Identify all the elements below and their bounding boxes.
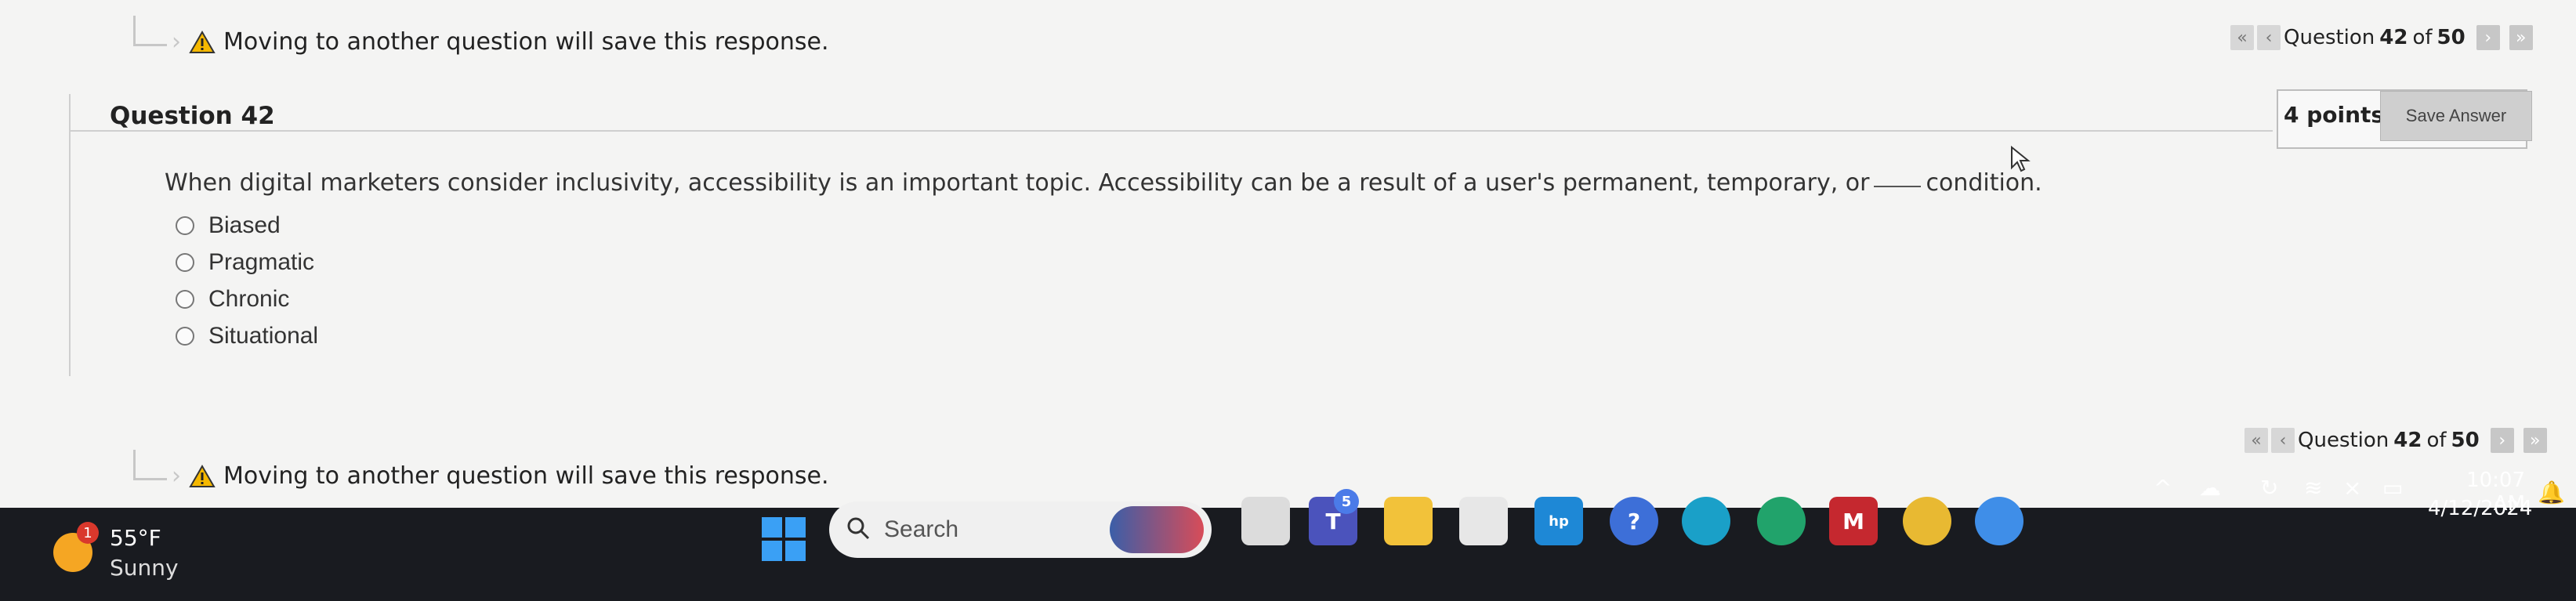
task-view-icon[interactable]	[1241, 497, 1290, 545]
answer-options: Biased Pragmatic Chronic Situational	[176, 207, 318, 354]
save-notice-top: › Moving to another question will save t…	[133, 16, 829, 57]
save-notice-text: Moving to another question will save thi…	[223, 462, 829, 490]
weather-condition[interactable]: Sunny	[110, 555, 179, 581]
elbow-arrow-icon	[133, 450, 167, 480]
next-question-button[interactable]: ›	[2490, 428, 2514, 453]
question-nav-top: « ‹ Question 42 of 50 › »	[2230, 25, 2536, 50]
onedrive-cloud-icon[interactable]: ☁	[2199, 475, 2221, 501]
save-notice-text: Moving to another question will save thi…	[223, 28, 829, 56]
mouse-pointer-icon	[2010, 145, 2031, 176]
windows-start-icon[interactable]	[762, 517, 806, 561]
option-biased[interactable]: Biased	[176, 207, 318, 244]
edge-browser-icon[interactable]	[1682, 497, 1730, 545]
first-question-button[interactable]: «	[2244, 428, 2268, 453]
option-label: Biased	[208, 212, 281, 238]
nav-prefix: Question	[2284, 26, 2375, 49]
nav-separator: of	[2412, 26, 2433, 49]
points-label: 4 points	[2284, 102, 2385, 128]
microsoft-store-icon[interactable]	[1459, 497, 1508, 545]
mcafee-icon[interactable]: M	[1829, 497, 1878, 545]
elbow-arrow-icon	[133, 16, 167, 46]
teams-badge: 5	[1334, 489, 1359, 514]
option-situational[interactable]: Situational	[176, 317, 318, 354]
question-nav-bottom: « ‹ Question 42 of 50 › »	[2244, 428, 2550, 453]
blank-line	[1874, 186, 1922, 187]
weather-alert-badge: 1	[77, 522, 99, 544]
search-icon	[846, 516, 870, 543]
nav-prefix: Question	[2298, 429, 2389, 452]
question-text-before: When digital marketers consider inclusiv…	[165, 169, 1870, 197]
radio-button[interactable]	[176, 215, 194, 235]
option-label: Situational	[208, 322, 319, 349]
warning-icon	[189, 30, 216, 54]
question-text: When digital marketers consider inclusiv…	[165, 169, 2042, 197]
search-highlight-art	[1110, 506, 1204, 553]
last-question-button[interactable]: »	[2523, 428, 2547, 453]
nav-current: 42	[2379, 26, 2408, 49]
speaker-muted-icon[interactable]: ×	[2343, 475, 2361, 501]
option-label: Chronic	[208, 285, 290, 312]
battery-icon[interactable]: ▭	[2382, 475, 2403, 501]
heading-divider	[71, 130, 2273, 132]
first-question-button[interactable]: «	[2230, 25, 2254, 50]
radio-button[interactable]	[176, 252, 194, 272]
weather-temperature[interactable]: 55°F	[110, 525, 161, 551]
sync-icon[interactable]: ↻	[2260, 475, 2278, 501]
question-heading: Question 42	[110, 102, 275, 130]
chrome-profile-j-icon[interactable]	[1975, 497, 2023, 545]
nav-separator: of	[2426, 429, 2447, 452]
option-label: Pragmatic	[208, 248, 315, 275]
taskbar-search-box[interactable]: Search	[829, 501, 1212, 558]
assessment-page	[0, 0, 2576, 508]
option-chronic[interactable]: Chronic	[176, 281, 318, 317]
last-question-button[interactable]: »	[2509, 25, 2533, 50]
clock-date[interactable]: 4/12/2024	[2428, 497, 2532, 520]
arrow-right-icon: ›	[172, 462, 181, 490]
search-placeholder: Search	[884, 516, 959, 542]
file-explorer-icon[interactable]	[1384, 497, 1433, 545]
previous-question-button[interactable]: ‹	[2257, 25, 2281, 50]
warning-icon	[189, 464, 216, 488]
nav-total: 50	[2451, 429, 2480, 452]
myhp-icon[interactable]: hp	[1534, 497, 1583, 545]
show-hidden-icons-chevron-icon[interactable]: ^	[2154, 475, 2172, 501]
radio-button[interactable]	[176, 326, 194, 346]
nav-current: 42	[2393, 429, 2422, 452]
radio-button[interactable]	[176, 289, 194, 309]
help-icon[interactable]: ?	[1610, 497, 1658, 545]
notification-bell-icon[interactable]: 🔔	[2538, 480, 2565, 505]
wifi-icon[interactable]: ≋	[2304, 475, 2322, 501]
previous-question-button[interactable]: ‹	[2271, 428, 2295, 453]
option-pragmatic[interactable]: Pragmatic	[176, 244, 318, 281]
content-left-rule	[69, 94, 71, 376]
save-notice-bottom: › Moving to another question will save t…	[133, 450, 829, 491]
edge-dev-icon[interactable]	[1757, 497, 1806, 545]
chrome-profile-w-icon[interactable]	[1903, 497, 1951, 545]
arrow-right-icon: ›	[172, 28, 181, 56]
nav-total: 50	[2437, 26, 2465, 49]
next-question-button[interactable]: ›	[2476, 25, 2500, 50]
save-answer-button[interactable]: Save Answer	[2380, 91, 2532, 141]
